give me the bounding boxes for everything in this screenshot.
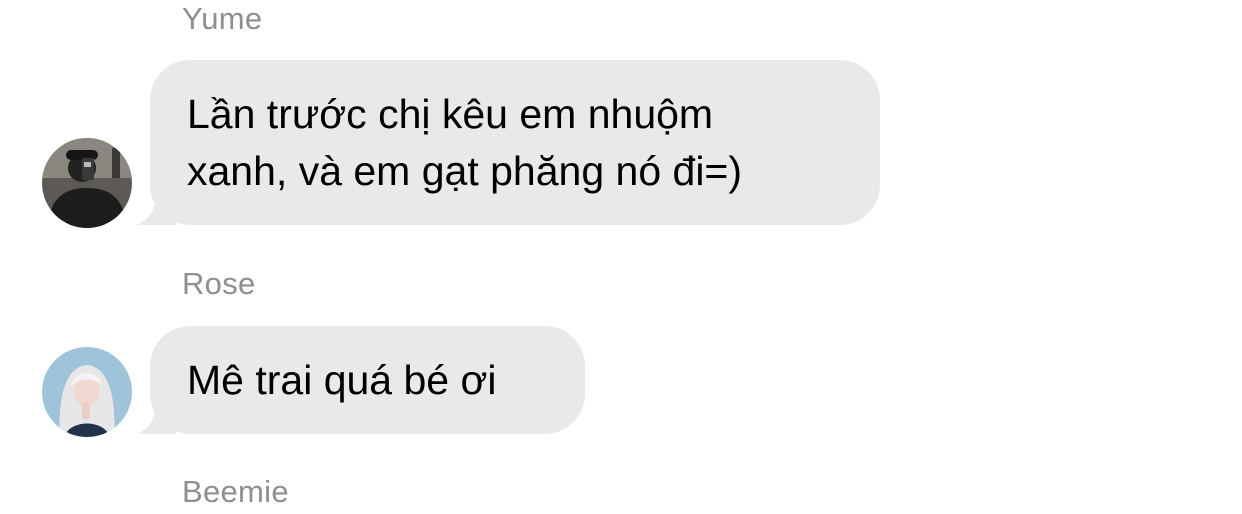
dark-selfie-avatar-icon (42, 138, 132, 228)
bubble-tail (136, 195, 176, 225)
sender-name: Yume (182, 1, 263, 36)
avatar[interactable] (42, 347, 132, 437)
message-text-line: xanh, và em gạt phăng nó đi=) (187, 148, 743, 194)
message-bubble[interactable]: Mê trai quá bé ơi (136, 326, 585, 434)
sender-name: Beemie (182, 474, 289, 509)
blonde-portrait-avatar-icon (42, 347, 132, 437)
bubble-tail (136, 404, 176, 434)
message-text-line: Lần trước chị kêu em nhuộm (187, 91, 714, 137)
avatar[interactable] (42, 138, 132, 228)
sender-name: Rose (182, 266, 256, 301)
message-text-line: Mê trai quá bé ơi (187, 357, 497, 403)
message-bubble[interactable]: Lần trước chị kêu em nhuộm xanh, và em g… (136, 60, 880, 225)
